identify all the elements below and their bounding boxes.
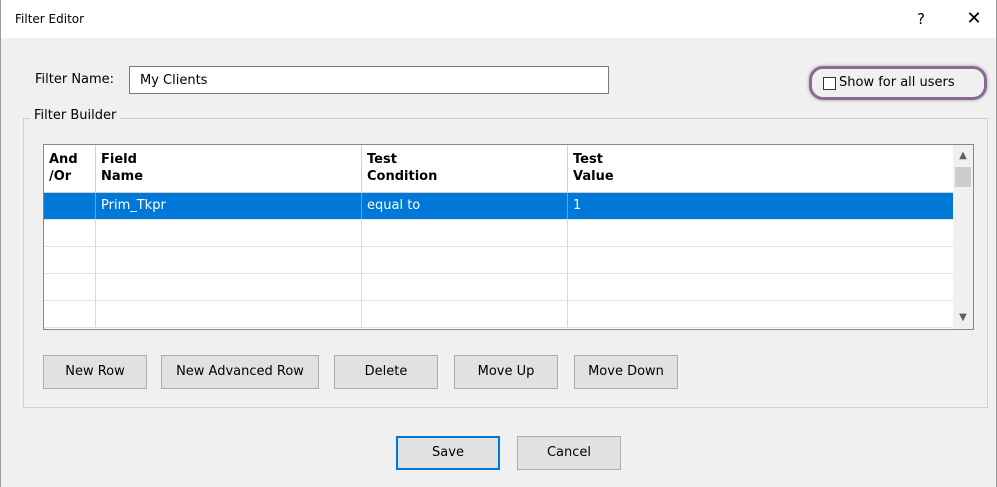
window-title: Filter Editor bbox=[15, 12, 85, 26]
column-header-test-value[interactable]: Test Value bbox=[568, 145, 953, 193]
header-line: Condition bbox=[367, 169, 438, 184]
cell-field-name[interactable] bbox=[96, 247, 362, 273]
new-advanced-row-button[interactable]: New Advanced Row bbox=[161, 355, 319, 389]
cell-field-name[interactable]: Prim_Tkpr bbox=[96, 193, 362, 219]
save-button[interactable]: Save bbox=[396, 436, 500, 470]
title-bar: Filter Editor ? ✕ bbox=[1, 0, 996, 38]
table-row[interactable] bbox=[44, 220, 953, 247]
cell-test-value[interactable] bbox=[568, 247, 953, 273]
header-line: Field bbox=[101, 152, 137, 167]
close-icon[interactable]: ✕ bbox=[961, 6, 987, 32]
cell-field-name[interactable] bbox=[96, 301, 362, 327]
column-header-and-or[interactable]: And /Or bbox=[44, 145, 96, 193]
cell-and-or[interactable] bbox=[44, 220, 96, 246]
cell-test-condition[interactable] bbox=[362, 247, 568, 273]
filter-editor-dialog: Filter Editor ? ✕ Filter Name: Show for … bbox=[0, 0, 997, 487]
header-line: /Or bbox=[49, 169, 72, 184]
new-row-button[interactable]: New Row bbox=[43, 355, 147, 389]
move-down-button[interactable]: Move Down bbox=[574, 355, 678, 389]
cell-test-condition[interactable]: equal to bbox=[362, 193, 568, 219]
filter-name-label: Filter Name: bbox=[35, 72, 115, 87]
column-header-field-name[interactable]: Field Name bbox=[96, 145, 362, 193]
cell-test-value[interactable] bbox=[568, 220, 953, 246]
header-line: Test bbox=[573, 152, 603, 167]
header-line: Test bbox=[367, 152, 397, 167]
cell-and-or[interactable] bbox=[44, 301, 96, 327]
cell-and-or[interactable] bbox=[44, 247, 96, 273]
vertical-scrollbar[interactable]: ▲ ▼ bbox=[953, 145, 973, 329]
move-up-button[interactable]: Move Up bbox=[454, 355, 558, 389]
filter-builder-legend: Filter Builder bbox=[30, 108, 121, 123]
show-for-all-users-checkbox[interactable]: Show for all users bbox=[809, 66, 987, 100]
table-row[interactable] bbox=[44, 274, 953, 301]
cell-field-name[interactable] bbox=[96, 274, 362, 300]
cell-test-value[interactable]: 1 bbox=[568, 193, 953, 219]
table-row[interactable] bbox=[44, 301, 953, 328]
show-for-all-users-label: Show for all users bbox=[839, 75, 955, 90]
header-line: Name bbox=[101, 169, 144, 184]
filter-name-input[interactable] bbox=[129, 66, 609, 94]
cancel-button[interactable]: Cancel bbox=[517, 436, 621, 470]
cell-test-condition[interactable] bbox=[362, 220, 568, 246]
scroll-up-icon[interactable]: ▲ bbox=[953, 147, 973, 165]
table-row[interactable]: Prim_Tkpr equal to 1 bbox=[44, 193, 953, 220]
column-header-test-condition[interactable]: Test Condition bbox=[362, 145, 568, 193]
cell-test-value[interactable] bbox=[568, 274, 953, 300]
cell-field-name[interactable] bbox=[96, 220, 362, 246]
grid-header: And /Or Field Name Test Condition Test V… bbox=[44, 145, 953, 193]
cell-test-condition[interactable] bbox=[362, 274, 568, 300]
help-icon[interactable]: ? bbox=[909, 6, 933, 32]
delete-button[interactable]: Delete bbox=[334, 355, 438, 389]
header-line: And bbox=[49, 152, 78, 167]
table-row[interactable] bbox=[44, 247, 953, 274]
scroll-down-icon[interactable]: ▼ bbox=[953, 309, 973, 327]
cell-test-condition[interactable] bbox=[362, 301, 568, 327]
checkbox-icon[interactable] bbox=[823, 77, 836, 90]
cell-test-value[interactable] bbox=[568, 301, 953, 327]
cell-and-or[interactable] bbox=[44, 274, 96, 300]
scroll-thumb[interactable] bbox=[955, 167, 971, 187]
header-line: Value bbox=[573, 169, 614, 184]
cell-and-or[interactable] bbox=[44, 193, 96, 219]
filter-grid[interactable]: And /Or Field Name Test Condition Test V… bbox=[43, 144, 974, 330]
